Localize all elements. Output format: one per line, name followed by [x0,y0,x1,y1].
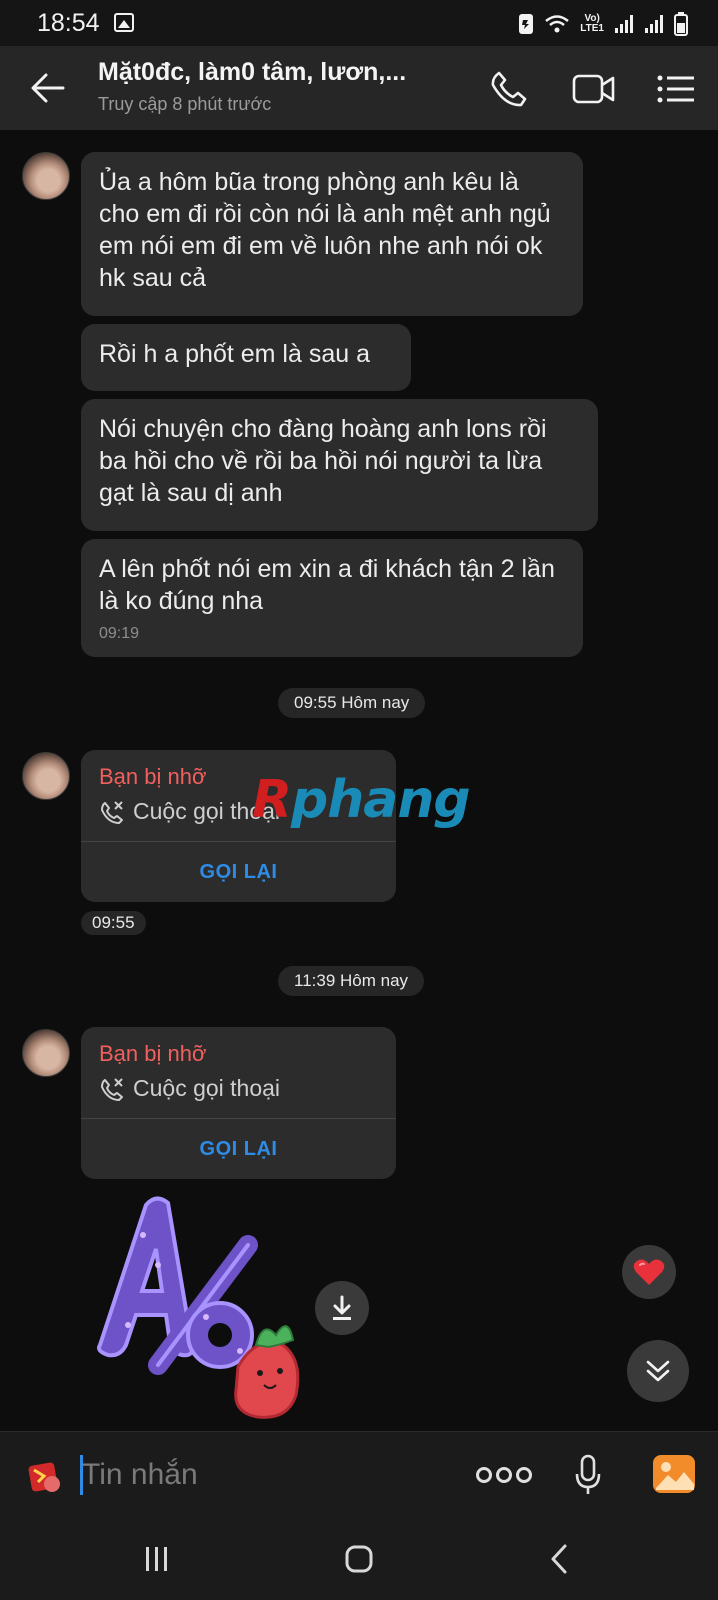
message-time: 09:55 [81,911,146,935]
call-type-label: Cuộc gọi thoại [133,1075,281,1101]
message-bubble[interactable]: Nói chuyện cho đàng hoàng anh lons rồi b… [81,399,598,531]
contact-avatar[interactable] [22,1029,70,1077]
double-chevron-down-icon [646,1360,670,1382]
message-text: A lên phốt nói em xin a đi khách tận 2 l… [99,555,555,615]
date-separator: 09:55 Hôm nay [278,688,426,718]
chat-menu-button[interactable] [653,66,699,112]
signal-icon [615,15,633,33]
wifi-icon [545,15,570,33]
back-button[interactable] [28,68,68,108]
contact-avatar[interactable] [22,152,70,200]
home-button[interactable] [334,1537,384,1581]
battery-icon [674,12,688,36]
message-text: Rồi h a phốt em là sau a [99,340,370,368]
chevron-left-icon [551,1544,567,1574]
sticker-picker-icon[interactable] [24,1456,64,1496]
watermark-text: phang [291,770,471,830]
alo-sticker[interactable] [88,1195,318,1420]
message-text: Nói chuyện cho đàng hoàng anh lons rồi b… [99,415,547,507]
message-bubble[interactable]: A lên phốt nói em xin a đi khách tận 2 l… [81,539,583,657]
call-type: Cuộc gọi thoại [99,1075,280,1102]
message-text: Ủa a hôm bũa trong phòng anh kêu là cho … [99,168,551,292]
voice-message-button[interactable] [568,1450,608,1500]
list-icon [657,75,694,103]
conversation-title[interactable]: Mặt0đc, làm0 tâm, lươn,... [98,58,406,87]
arrow-left-icon [31,73,65,103]
scroll-to-bottom-button[interactable] [627,1340,689,1402]
lte-label: LTE1 [580,23,604,34]
call-back-button[interactable]: GỌI LẠI [81,842,396,902]
video-camera-icon [572,74,615,104]
download-icon [333,1295,351,1320]
date-separator: 11:39 Hôm nay [278,966,425,996]
voice-call-button[interactable] [486,66,532,112]
status-bar: 18:54 Vo) LTE1 [0,0,718,46]
recent-apps-icon [146,1547,167,1571]
missed-call-title: Bạn bị nhỡ [99,1041,207,1066]
message-bubble[interactable]: Ủa a hôm bũa trong phòng anh kêu là cho … [81,152,583,316]
missed-call-icon [101,1077,123,1101]
watermark-prefix: R [252,770,292,830]
chat-header: Mặt0đc, làm0 tâm, lươn,... Truy cập 8 ph… [0,46,718,130]
phone-icon [491,71,527,107]
call-back-button[interactable]: GỌI LẠI [81,1119,396,1179]
watermark-logo: Rphang [252,770,471,830]
missed-call-card: Bạn bị nhỡ Cuộc gọi thoại GỌI LẠI [81,1027,396,1179]
video-call-button[interactable] [569,66,619,112]
dot-icon [516,1467,532,1483]
image-picker-icon[interactable] [652,1454,696,1494]
reaction-button[interactable] [622,1245,676,1299]
microphone-icon [575,1454,601,1494]
dot-icon [496,1467,512,1483]
heart-icon [633,1259,665,1285]
more-options-button[interactable] [476,1460,532,1490]
message-time: 09:19 [99,625,140,642]
status-icons: Vo) LTE1 [518,10,688,38]
missed-call-icon [101,800,123,824]
contact-avatar[interactable] [22,752,70,800]
recent-apps-button[interactable] [132,1537,182,1581]
volte-indicator: Vo) LTE1 [580,14,604,34]
message-bubble[interactable]: Rồi h a phốt em là sau a [81,324,411,391]
dot-icon [476,1467,492,1483]
nfc-icon [519,14,534,34]
message-input[interactable] [82,1450,442,1500]
signal-icon-2 [645,15,663,33]
message-composer [0,1431,718,1517]
download-button[interactable] [315,1281,369,1335]
status-time: 18:54 [37,9,100,37]
last-seen-status: Truy cập 8 phút trước [98,94,272,114]
home-icon [345,1545,373,1573]
missed-call-title: Bạn bị nhỡ [99,764,207,789]
system-navigation-bar [0,1517,718,1600]
gallery-notification-icon [114,13,134,32]
nav-back-button[interactable] [534,1537,584,1581]
